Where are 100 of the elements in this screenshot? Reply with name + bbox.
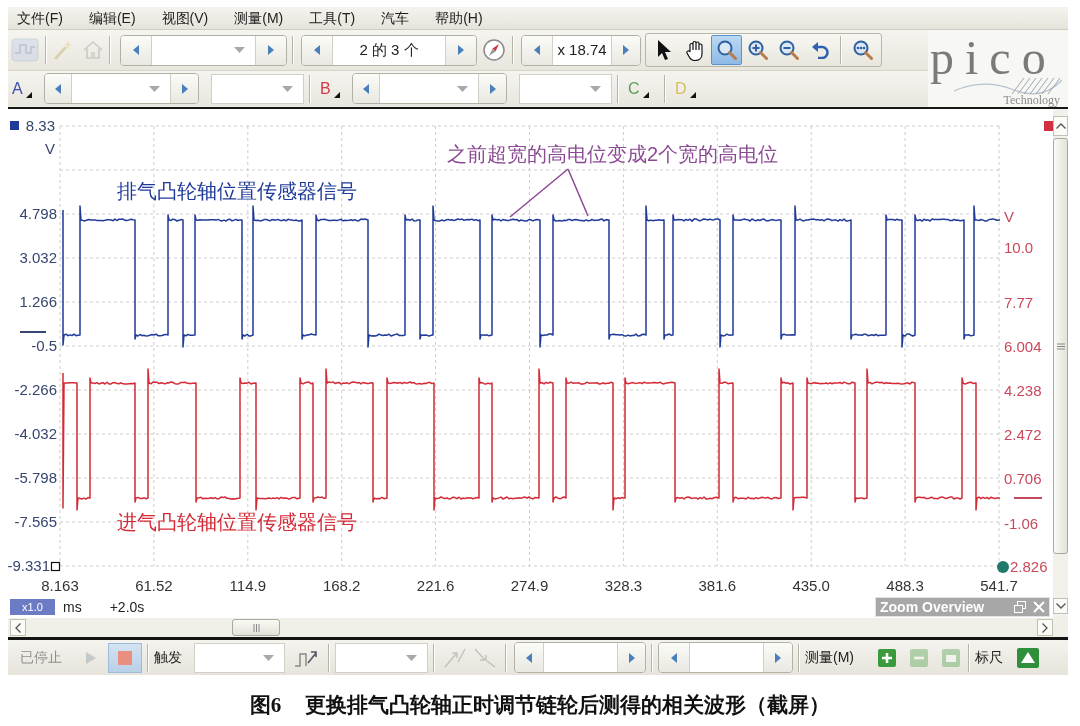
scroll-right-button[interactable] [1037,619,1053,636]
menu-item[interactable]: 视图(V) [161,8,209,28]
panel-title: Zoom Overview [880,599,985,615]
dropdown-field[interactable] [519,73,612,104]
restore-icon [1014,601,1026,613]
axis-label: 3.032 [19,249,57,266]
left-arrow-icon [671,652,677,663]
channel-marker-icon [10,121,19,130]
restore-button[interactable] [1014,601,1026,613]
previous-button[interactable] [121,35,151,65]
channel-button[interactable]: B [316,73,348,104]
hand-icon [686,39,705,61]
scroll-left-button[interactable] [10,619,26,636]
caret-icon [263,654,274,661]
menu-item[interactable]: 编辑(E) [88,8,136,28]
scroll-up-button[interactable] [1053,116,1068,136]
dot-marker-icon [997,561,1009,573]
channel-marker-icon [1044,121,1053,131]
right-arrow-icon [775,652,781,663]
channel-button[interactable]: A [8,73,40,104]
dropdown-field[interactable] [71,74,171,103]
page-field[interactable]: 2 的 3 个 [332,35,446,65]
zoom-tool-button[interactable] [711,35,742,65]
menu-item[interactable]: 文件(F) [17,8,63,28]
axis-label: -1.06 [1004,515,1039,532]
dropdown-field[interactable] [211,73,304,104]
zoom-out-icon [778,40,799,60]
undo-icon [810,41,829,59]
axis-label: 0.706 [1004,470,1042,487]
zoom-factor-field[interactable]: x 18.74 [552,35,612,65]
value-field[interactable] [689,643,764,672]
axis-label: 4.798 [19,205,57,222]
annotation-text: 之前超宽的高电位变成2个宽的高电位 [447,143,779,165]
previous-button[interactable] [302,35,332,65]
axis-label: 168.2 [322,577,361,594]
menu-item[interactable]: 工具(T) [309,8,356,28]
axis-label: -4.032 [14,425,57,442]
previous-button[interactable] [659,643,689,672]
caret-icon [282,85,293,92]
right-arrow-icon [458,45,464,55]
axis-label: 8.163 [41,577,79,594]
next-button[interactable] [446,35,476,65]
axis-label: 221.6 [416,577,455,594]
axis-label: 541.7 [980,577,1018,594]
axis-label: 274.9 [510,577,549,594]
axis-label: 4.238 [1004,382,1042,399]
unit-label: V [45,140,55,157]
left-arrow-icon [363,83,369,94]
next-button[interactable] [612,35,640,65]
next-button[interactable] [479,74,506,103]
axis-label: 488.3 [886,577,924,594]
scrollbar-thumb[interactable] [1053,138,1068,554]
previous-button[interactable] [45,74,71,103]
dropdown-field[interactable] [151,35,256,65]
chevron-left-icon [15,622,21,633]
measurements-label: 测量(M) [805,648,855,667]
chevron-down-icon [1055,603,1066,609]
previous-button[interactable] [353,74,379,103]
next-button[interactable] [171,74,198,103]
axis-label: -0.5 [31,337,57,354]
axis-label: 1.266 [19,293,57,310]
zoom-in-icon [747,40,768,60]
next-button[interactable] [256,35,286,65]
right-arrow-icon [623,45,629,55]
previous-button[interactable] [515,643,543,672]
unit-label: V [1004,208,1014,225]
previous-button[interactable] [522,35,552,65]
scrollbar-thumb[interactable] [232,619,280,636]
compass-icon [483,39,505,61]
trigger-label: 触发 [154,648,183,667]
caret-icon [590,85,601,92]
value-field[interactable] [543,643,618,672]
dropdown-field[interactable] [379,74,479,103]
figure-label: 图6 [249,692,282,719]
square-marker-icon [50,561,61,572]
menu-item[interactable]: 帮助(H) [435,8,483,28]
left-arrow-icon [534,45,540,55]
dropdown-field[interactable] [194,642,285,673]
oscilloscope-icon [11,38,39,62]
time-unit-label: ms [63,597,82,617]
diagonal-arrow-icon [444,647,466,668]
diagonal-arrow-icon [474,647,496,668]
close-button[interactable] [1033,601,1045,613]
axis-label: 114.9 [229,577,266,594]
left-arrow-icon [133,45,139,55]
panel-icon [942,648,960,667]
menu-item[interactable]: 测量(M) [234,8,284,28]
chevron-up-icon [1055,123,1066,129]
axis-label: 381.6 [698,577,737,594]
next-button[interactable] [764,643,792,672]
logo-tagline: Technology [1003,93,1060,107]
menu-item[interactable]: 汽车 [381,8,410,28]
plus-icon [878,648,896,667]
next-button[interactable] [618,643,645,672]
trace-label: 进气凸轮轴位置传感器信号 [117,511,357,533]
stop-button[interactable] [108,642,142,673]
scroll-down-button[interactable] [1053,598,1068,614]
dropdown-field[interactable] [335,642,428,673]
caption-text: 更换排气凸轮轴正时调节链轮后测得的相关波形（截屏） [305,692,831,719]
axis-label: 61.52 [135,577,173,594]
